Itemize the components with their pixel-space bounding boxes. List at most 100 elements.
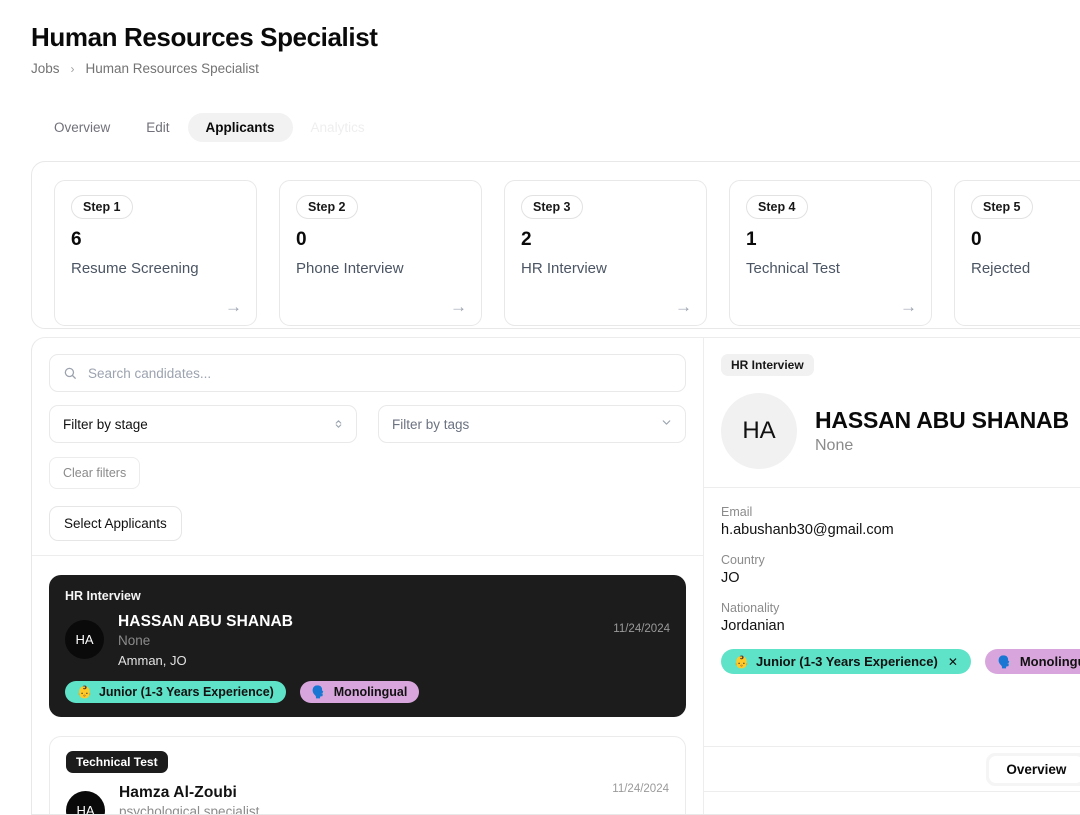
detail-identity: HASSAN ABU SHANAB None	[815, 407, 1069, 455]
arrow-right-icon[interactable]: →	[225, 298, 242, 315]
field-nationality: Nationality Jordanian	[721, 601, 1080, 634]
candidate-tags: 👶 Junior (1-3 Years Experience) 🗣️ Monol…	[65, 681, 670, 703]
avatar: HA	[66, 791, 105, 814]
field-label: Email	[721, 505, 753, 519]
breadcrumb-separator-icon: ›	[70, 61, 75, 76]
field-value: Jordanian	[721, 618, 785, 634]
avatar: HA	[721, 393, 797, 469]
candidate-text: Hamza Al-Zoubi psychological specialist	[119, 784, 260, 815]
detail-tabbar: Overview Pre-screening	[704, 746, 1080, 792]
tab-applicants[interactable]: Applicants	[187, 113, 293, 142]
breadcrumb-jobs-link[interactable]: Jobs	[31, 61, 60, 76]
candidate-main: HA HASSAN ABU SHANAB None Amman, JO	[65, 613, 670, 668]
pipeline-steps-row: Step 1 6 Resume Screening → Step 2 0 Pho…	[32, 162, 1080, 326]
detail-subtitle: None	[815, 437, 854, 454]
arrow-right-icon[interactable]: →	[675, 298, 692, 315]
field-label: Country	[721, 553, 765, 567]
arrow-right-icon[interactable]: →	[900, 298, 917, 315]
search-input[interactable]	[88, 365, 685, 381]
speaking-head-emoji-icon: 🗣️	[311, 685, 327, 699]
detail-tab-overview[interactable]: Overview	[989, 755, 1080, 783]
step-badge: Step 1	[71, 195, 133, 219]
tag-monolingual[interactable]: 🗣️ Monolingual	[299, 681, 420, 703]
tag-label: Monolingual	[1019, 654, 1080, 669]
candidate-main: HA Hamza Al-Zoubi psychological speciali…	[66, 784, 669, 815]
detail-tag-monolingual[interactable]: 🗣️ Monolingual ✕	[984, 649, 1080, 674]
applicants-main-panel: Filter by stage Filter by tags	[31, 337, 1080, 815]
step-card-technical-test[interactable]: Step 4 1 Technical Test →	[729, 180, 932, 326]
detail-fields: Email h.abushanb30@gmail.com Country JO …	[704, 488, 1080, 634]
search-icon	[63, 366, 77, 380]
field-country: Country JO	[721, 553, 1080, 586]
clear-filters-button[interactable]: Clear filters	[49, 457, 141, 489]
step-count: 2	[521, 229, 532, 250]
tab-analytics[interactable]: Analytics	[293, 113, 383, 142]
step-count: 6	[71, 229, 82, 250]
step-card-rejected[interactable]: Step 5 0 Rejected →	[954, 180, 1080, 326]
detail-person: HA HASSAN ABU SHANAB None	[721, 393, 1080, 469]
remove-tag-icon[interactable]: ✕	[948, 655, 958, 669]
arrow-right-icon[interactable]: →	[450, 298, 467, 315]
step-card-hr-interview[interactable]: Step 3 2 HR Interview →	[504, 180, 707, 326]
step-name: Technical Test	[746, 260, 840, 277]
filter-by-stage-value: Filter by stage	[63, 416, 148, 432]
step-count: 0	[971, 229, 982, 250]
baby-emoji-icon: 👶	[734, 654, 749, 669]
detail-stage-pill: HR Interview	[721, 354, 814, 376]
step-count: 1	[746, 229, 757, 250]
applicants-page: Human Resources Specialist Jobs › Human …	[0, 0, 1080, 815]
tag-junior[interactable]: 👶 Junior (1-3 Years Experience)	[65, 681, 286, 703]
select-applicants-button[interactable]: Select Applicants	[49, 506, 182, 541]
page-title: Human Resources Specialist	[31, 22, 378, 52]
step-name: Rejected	[971, 260, 1031, 277]
detail-tags: 👶 Junior (1-3 Years Experience) ✕ 🗣️ Mon…	[704, 649, 1080, 674]
candidate-card-hassan-abu-shanab[interactable]: HR Interview 11/24/2024 HA HASSAN ABU SH…	[49, 575, 686, 717]
filter-by-stage-select[interactable]: Filter by stage	[49, 405, 357, 443]
candidate-card-hamza-al-zoubi[interactable]: Technical Test 11/24/2024 HA Hamza Al-Zo…	[49, 736, 686, 815]
field-label: Nationality	[721, 601, 780, 615]
candidate-name: HASSAN ABU SHANAB	[118, 613, 294, 630]
step-name: Phone Interview	[296, 260, 404, 277]
breadcrumb-current: Human Resources Specialist	[85, 61, 259, 76]
filter-by-tags-select[interactable]: Filter by tags	[378, 405, 686, 443]
filters-section: Filter by stage Filter by tags	[32, 338, 703, 489]
detail-name: HASSAN ABU SHANAB	[815, 407, 1069, 433]
candidate-subtitle: psychological specialist	[119, 804, 260, 815]
candidate-detail-column: HR Interview HA HASSAN ABU SHANAB None E…	[704, 338, 1080, 814]
step-name: Resume Screening	[71, 260, 199, 277]
candidate-subtitle: None	[118, 633, 151, 648]
avatar: HA	[65, 620, 104, 659]
field-email: Email h.abushanb30@gmail.com	[721, 505, 1080, 538]
step-badge: Step 3	[521, 195, 583, 219]
field-value: JO	[721, 570, 740, 586]
candidate-date: 11/24/2024	[613, 623, 670, 635]
pipeline-steps-panel: Step 1 6 Resume Screening → Step 2 0 Pho…	[31, 161, 1080, 329]
search-candidates-box[interactable]	[49, 354, 686, 392]
candidate-name: Hamza Al-Zoubi	[119, 784, 237, 801]
step-count: 0	[296, 229, 307, 250]
step-card-resume-screening[interactable]: Step 1 6 Resume Screening →	[54, 180, 257, 326]
field-value: h.abushanb30@gmail.com	[721, 522, 894, 538]
chevron-updown-icon	[333, 417, 344, 431]
chevron-down-icon	[660, 416, 673, 432]
detail-tabstrip: Overview Pre-screening	[986, 752, 1080, 786]
candidate-location: Amman, JO	[118, 653, 187, 668]
tag-label: Monolingual	[333, 685, 408, 699]
candidate-list-column: Filter by stage Filter by tags	[32, 338, 704, 814]
filter-controls-row: Filter by stage Filter by tags	[49, 405, 686, 443]
tab-edit[interactable]: Edit	[128, 113, 187, 142]
step-badge: Step 5	[971, 195, 1033, 219]
speaking-head-emoji-icon: 🗣️	[997, 654, 1013, 669]
candidate-list: HR Interview 11/24/2024 HA HASSAN ABU SH…	[32, 556, 703, 815]
candidate-stage-label: HR Interview	[65, 589, 141, 603]
detail-tag-junior[interactable]: 👶 Junior (1-3 Years Experience) ✕	[721, 649, 971, 674]
step-card-phone-interview[interactable]: Step 2 0 Phone Interview →	[279, 180, 482, 326]
filter-by-tags-value: Filter by tags	[392, 416, 470, 432]
tag-label: Junior (1-3 Years Experience)	[755, 654, 938, 669]
candidate-date: 11/24/2024	[612, 783, 669, 795]
candidate-stage-chip: Technical Test	[66, 751, 168, 773]
tab-overview[interactable]: Overview	[36, 113, 128, 142]
select-applicants-bar: Select Applicants	[32, 506, 703, 556]
step-badge: Step 2	[296, 195, 358, 219]
job-tabs: Overview Edit Applicants Analytics	[36, 113, 383, 142]
